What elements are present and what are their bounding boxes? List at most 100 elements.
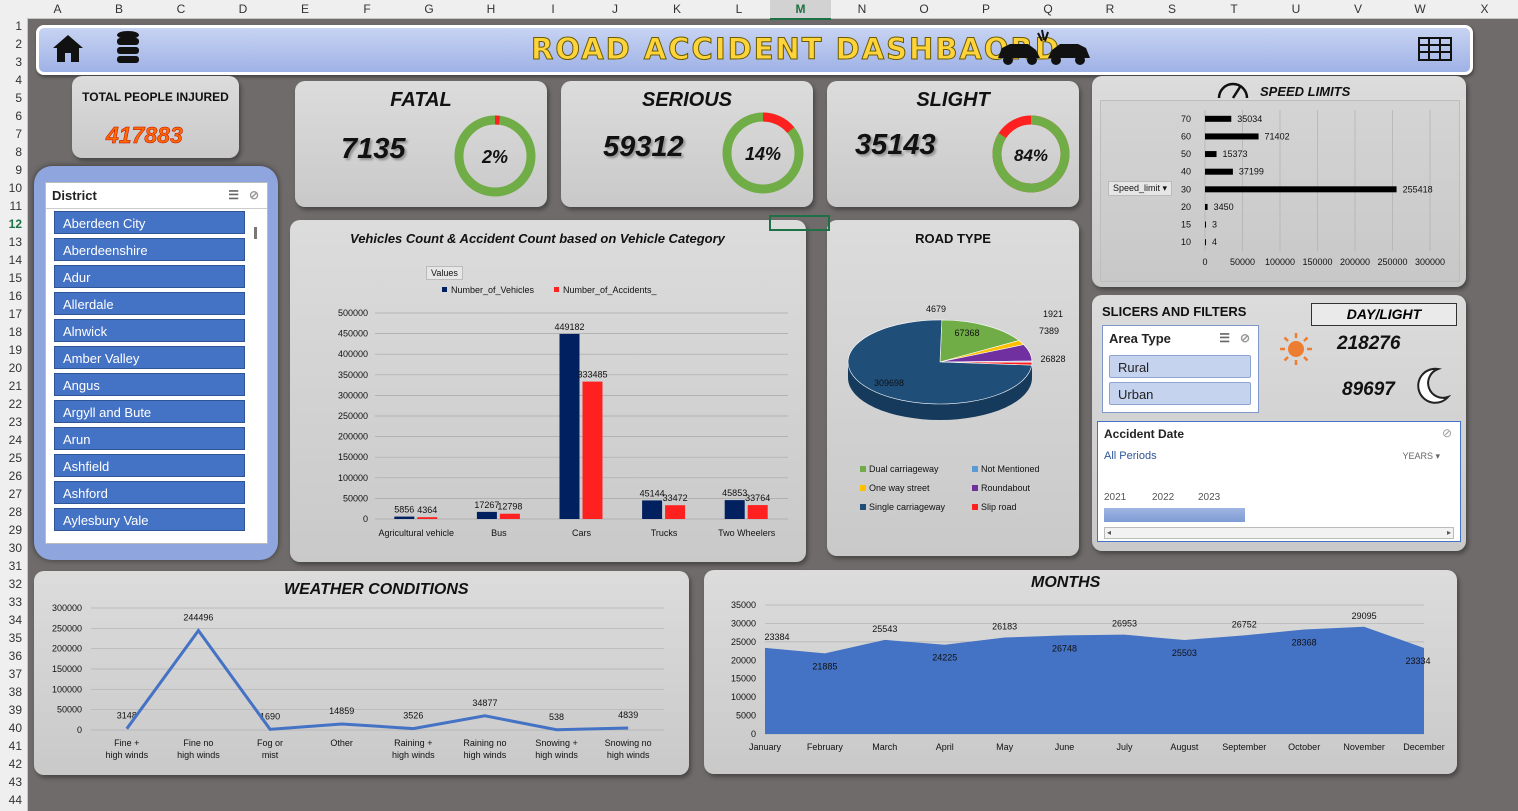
row-label[interactable]: 31 [9, 559, 22, 573]
column-label[interactable]: K [673, 2, 681, 16]
database-icon[interactable] [115, 30, 141, 66]
row-label[interactable]: 2 [15, 37, 22, 51]
column-label[interactable]: Q [1043, 2, 1052, 16]
clear-filter-icon[interactable]: ⊘ [1442, 426, 1452, 440]
area-item-rural[interactable]: Rural [1109, 355, 1251, 378]
column-label[interactable]: F [363, 2, 370, 16]
row-label[interactable]: 40 [9, 721, 22, 735]
selected-cell[interactable] [769, 215, 830, 231]
column-label[interactable]: R [1106, 2, 1115, 16]
row-label[interactable]: 26 [9, 469, 22, 483]
row-label[interactable]: 20 [9, 361, 22, 375]
district-item[interactable]: Ashfield [54, 454, 245, 477]
row-label[interactable]: 29 [9, 523, 22, 537]
district-item[interactable]: Adur [54, 265, 245, 288]
timeline-bar[interactable] [1104, 508, 1246, 522]
district-item[interactable]: Angus [54, 373, 245, 396]
area-item-urban[interactable]: Urban [1109, 382, 1251, 405]
row-label[interactable]: 43 [9, 775, 22, 789]
district-item[interactable]: Amber Valley [54, 346, 245, 369]
row-label[interactable]: 37 [9, 667, 22, 681]
column-label[interactable]: D [239, 2, 248, 16]
area-type-slicer[interactable]: Area Type ☰ ⊘ Rural Urban [1102, 325, 1259, 413]
column-label[interactable]: M [796, 2, 806, 16]
row-label[interactable]: 4 [15, 73, 22, 87]
row-label[interactable]: 38 [9, 685, 22, 699]
row-label[interactable]: 34 [9, 613, 22, 627]
row-label[interactable]: 25 [9, 451, 22, 465]
row-label[interactable]: 42 [9, 757, 22, 771]
column-label[interactable]: W [1414, 2, 1425, 16]
row-label[interactable]: 3 [15, 55, 22, 69]
table-grid-icon[interactable] [1418, 37, 1452, 61]
column-label[interactable]: S [1168, 2, 1176, 16]
row-label[interactable]: 21 [9, 379, 22, 393]
clear-filter-icon[interactable]: ⊘ [249, 188, 259, 202]
home-icon[interactable] [51, 32, 85, 64]
row-label[interactable]: 11 [10, 199, 22, 213]
timeline-scrollbar[interactable]: ◂ ▸ [1104, 527, 1454, 539]
row-label[interactable]: 17 [9, 307, 22, 321]
row-label[interactable]: 7 [15, 127, 22, 141]
row-label[interactable]: 41 [9, 739, 22, 753]
district-item[interactable]: Allerdale [54, 292, 245, 315]
row-label[interactable]: 23 [9, 415, 22, 429]
column-label[interactable]: B [115, 2, 123, 16]
row-label[interactable]: 8 [15, 145, 22, 159]
row-label[interactable]: 36 [9, 649, 22, 663]
row-label[interactable]: 9 [15, 163, 22, 177]
column-label[interactable]: G [424, 2, 433, 16]
column-label[interactable]: E [301, 2, 309, 16]
column-label[interactable]: I [551, 2, 554, 16]
row-label[interactable]: 12 [9, 217, 22, 231]
timeline-unit[interactable]: YEARS ▾ [1402, 451, 1440, 462]
row-label[interactable]: 1 [15, 19, 22, 33]
district-item[interactable]: Ashford [54, 481, 245, 504]
row-label[interactable]: 24 [9, 433, 22, 447]
column-label[interactable]: C [177, 2, 186, 16]
column-label[interactable]: O [919, 2, 928, 16]
scroll-right-icon[interactable]: ▸ [1447, 528, 1451, 538]
multi-select-icon[interactable]: ☰ [1219, 331, 1230, 345]
column-label[interactable]: X [1480, 2, 1488, 16]
column-label[interactable]: N [858, 2, 867, 16]
row-label[interactable]: 27 [9, 487, 22, 501]
row-label[interactable]: 10 [9, 181, 22, 195]
row-label[interactable]: 32 [9, 577, 22, 591]
district-scrollbar[interactable] [254, 227, 257, 239]
multi-select-icon[interactable]: ☰ [228, 188, 239, 202]
column-label[interactable]: V [1354, 2, 1362, 16]
scroll-left-icon[interactable]: ◂ [1107, 528, 1111, 538]
row-label[interactable]: 28 [9, 505, 22, 519]
district-item[interactable]: Arun [54, 427, 245, 450]
district-item[interactable]: Argyll and Bute [54, 400, 245, 423]
column-label[interactable]: U [1292, 2, 1301, 16]
row-label[interactable]: 33 [9, 595, 22, 609]
row-label[interactable]: 39 [9, 703, 22, 717]
column-label[interactable]: J [612, 2, 618, 16]
row-label[interactable]: 5 [15, 91, 22, 105]
clear-filter-icon[interactable]: ⊘ [1240, 331, 1250, 345]
column-label[interactable]: H [487, 2, 496, 16]
row-label[interactable]: 15 [9, 271, 22, 285]
district-item[interactable]: Aberdeen City [54, 211, 245, 234]
district-item[interactable]: Alnwick [54, 319, 245, 342]
row-label[interactable]: 35 [9, 631, 22, 645]
row-label[interactable]: 13 [9, 235, 22, 249]
row-label[interactable]: 6 [15, 109, 22, 123]
row-label[interactable]: 30 [9, 541, 22, 555]
district-item[interactable]: Aylesbury Vale [54, 508, 245, 531]
row-label[interactable]: 16 [9, 289, 22, 303]
column-label[interactable]: L [736, 2, 743, 16]
district-item[interactable]: Aberdeenshire [54, 238, 245, 261]
column-label[interactable]: P [982, 2, 990, 16]
column-label[interactable]: T [1230, 2, 1237, 16]
district-slicer[interactable]: District ☰ ⊘ Aberdeen City Aberdeenshire A… [45, 182, 268, 544]
row-label[interactable]: 22 [9, 397, 22, 411]
row-label[interactable]: 44 [9, 793, 22, 807]
column-label[interactable]: A [53, 2, 61, 16]
row-label[interactable]: 18 [9, 325, 22, 339]
row-label[interactable]: 19 [9, 343, 22, 357]
row-label[interactable]: 14 [9, 253, 22, 267]
accident-date-timeline[interactable]: Accident Date ⊘ All Periods YEARS ▾ 2021… [1097, 421, 1461, 542]
